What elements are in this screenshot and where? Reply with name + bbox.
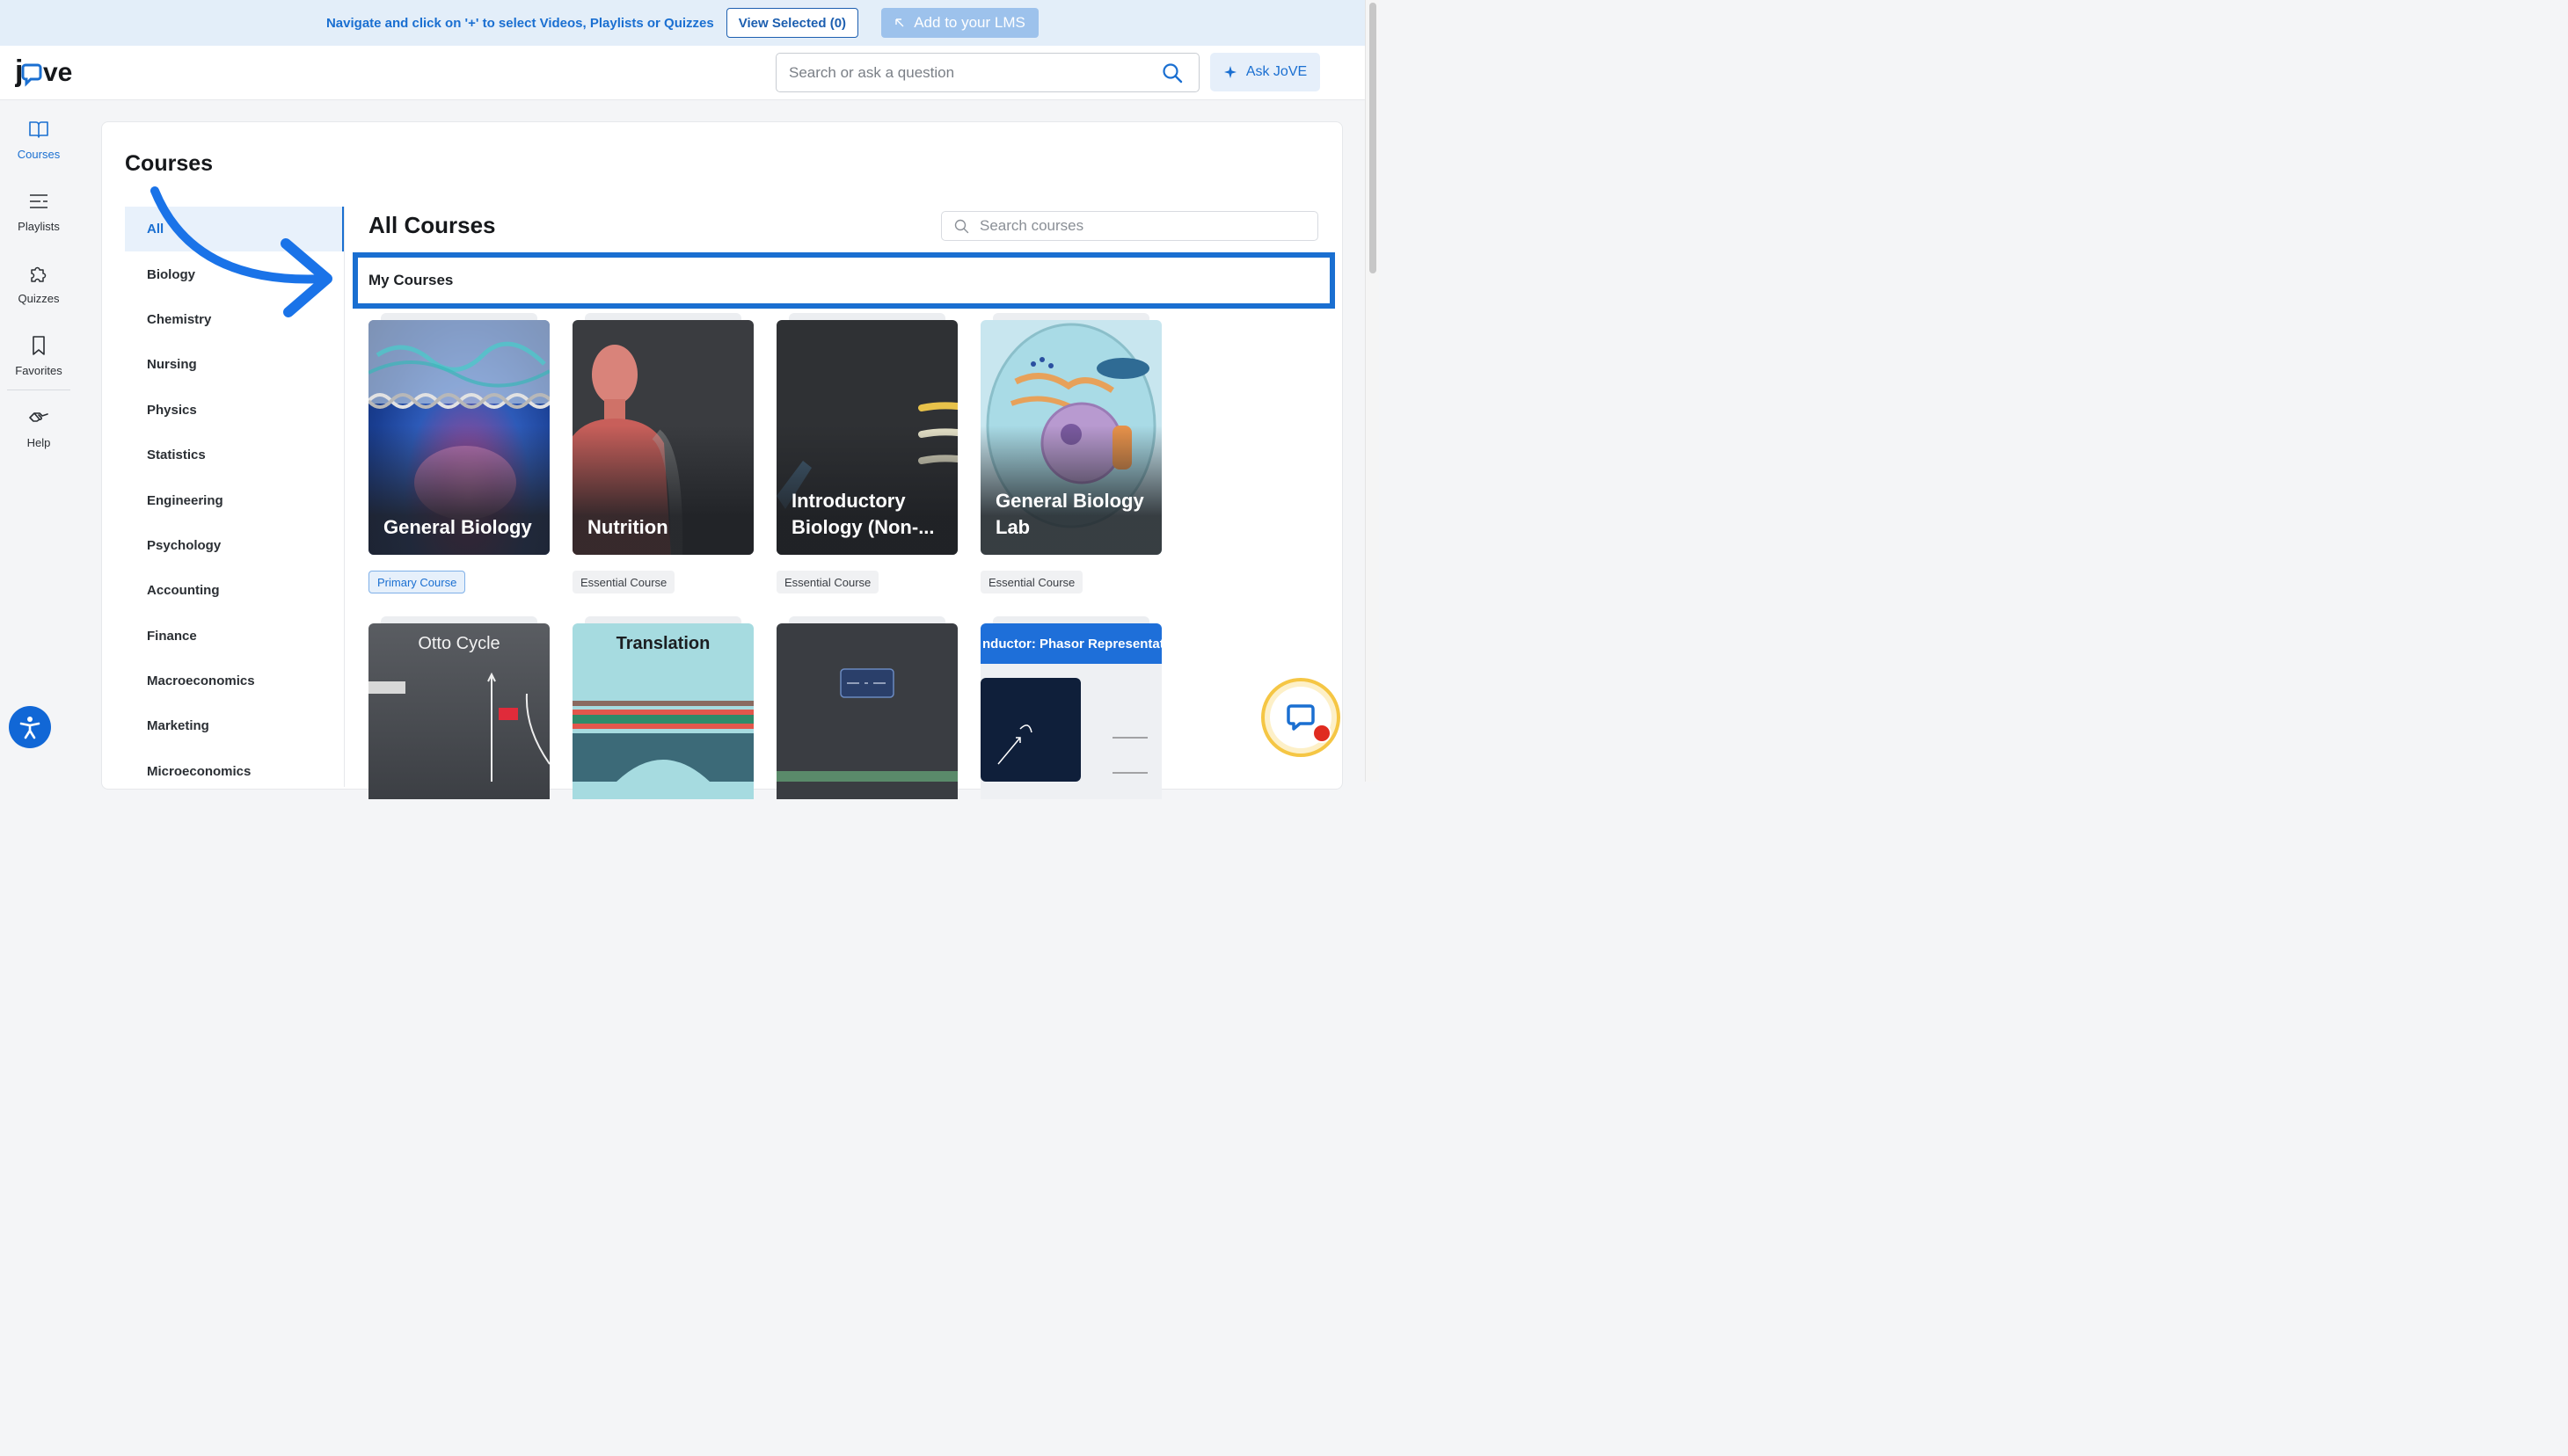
course-thumbnail: Otto Cycle	[368, 623, 550, 799]
phasor-illustration	[981, 678, 1148, 782]
rail-label-help: Help	[26, 436, 51, 449]
course-title: Nutrition	[587, 516, 668, 538]
category-item-macroeconomics[interactable]: Macroeconomics	[125, 659, 345, 703]
my-courses-section[interactable]: My Courses	[353, 252, 1335, 309]
rail-label-playlists: Playlists	[18, 220, 60, 233]
puzzle-icon	[31, 266, 47, 282]
course-badge: Essential Course	[981, 571, 1083, 593]
rail-item-help[interactable]: Help	[0, 406, 77, 449]
book-icon	[29, 121, 48, 138]
category-item-all[interactable]: All	[125, 207, 345, 252]
rail-item-favorites[interactable]: Favorites	[0, 334, 77, 377]
add-to-lms-label: Add to your LMS	[914, 14, 1025, 31]
course-thumbnail: Nutrition	[573, 320, 754, 555]
rail-label-quizzes: Quizzes	[18, 292, 60, 305]
sparkle-icon	[1223, 66, 1237, 78]
course-search	[941, 211, 1318, 241]
scrollbar-thumb[interactable]	[1369, 3, 1376, 273]
course-search-input[interactable]	[980, 212, 1305, 240]
category-item-microeconomics[interactable]: Microeconomics	[125, 749, 345, 794]
course-title: Introductory Biology (Non-...	[792, 490, 935, 538]
ask-jove-label: Ask JoVE	[1245, 64, 1308, 79]
chat-notification-dot	[1312, 724, 1331, 743]
course-thumbnail: General Biology	[368, 320, 550, 555]
course-thumbnail: nductor: Phasor Representation	[981, 623, 1162, 799]
jove-logo[interactable]: j ve	[15, 55, 78, 90]
ribosome-illustration	[573, 701, 754, 782]
course-title: General Biology Lab	[996, 490, 1144, 538]
pv-diagram-illustration	[368, 672, 550, 782]
category-item-finance[interactable]: Finance	[125, 614, 345, 659]
all-courses-heading: All Courses	[368, 212, 496, 238]
course-thumbnail: General Biology Lab	[981, 320, 1162, 555]
course-badge: Primary Course	[368, 571, 466, 593]
left-rail: Courses Playlists Quizzes Favorites Help	[0, 100, 77, 782]
rail-item-playlists[interactable]: Playlists	[0, 190, 77, 233]
category-item-accounting[interactable]: Accounting	[125, 568, 345, 613]
add-to-lms-button[interactable]: Add to your LMS	[881, 8, 1040, 38]
course-title: General Biology	[383, 516, 532, 538]
course-badge: Essential Course	[777, 571, 879, 593]
banner-text: Navigate and click on '+' to select Vide…	[325, 15, 714, 31]
accessibility-button[interactable]	[9, 706, 51, 748]
course-thumbnail	[777, 623, 958, 799]
category-list: All Biology Chemistry Nursing Physics St…	[125, 207, 345, 794]
course-badge: Essential Course	[573, 571, 675, 593]
category-item-nursing[interactable]: Nursing	[125, 342, 345, 387]
view-selected-button[interactable]: View Selected (0)	[726, 8, 859, 38]
rail-label-favorites: Favorites	[15, 364, 62, 377]
global-search-input[interactable]	[789, 54, 1158, 91]
rail-divider	[7, 389, 70, 390]
list-icon	[30, 194, 47, 208]
arrow-up-left-icon	[895, 18, 904, 27]
course-thumbnail: Translation	[573, 623, 754, 799]
category-divider	[344, 207, 345, 787]
category-item-biology[interactable]: Biology	[125, 251, 345, 296]
category-item-marketing[interactable]: Marketing	[125, 703, 345, 748]
selection-banner: Navigate and click on '+' to select Vide…	[0, 0, 1365, 46]
ask-jove-button[interactable]: Ask JoVE	[1210, 53, 1320, 91]
chat-widget-button[interactable]	[1261, 678, 1340, 757]
category-item-psychology[interactable]: Psychology	[125, 523, 345, 568]
course-thumbnail: Introductory Biology (Non-...	[777, 320, 958, 555]
rail-item-courses[interactable]: Courses	[0, 118, 77, 161]
equation-illustration	[777, 668, 958, 782]
accessibility-icon	[19, 717, 40, 739]
page-title: Courses	[125, 151, 214, 176]
rail-item-quizzes[interactable]: Quizzes	[0, 262, 77, 305]
chat-icon	[1287, 704, 1315, 731]
category-item-statistics[interactable]: Statistics	[125, 433, 345, 477]
category-item-physics[interactable]: Physics	[125, 388, 345, 433]
rail-label-courses: Courses	[17, 148, 61, 161]
search-icon	[954, 219, 969, 234]
handshake-icon	[29, 412, 48, 422]
category-item-engineering[interactable]: Engineering	[125, 477, 345, 522]
category-item-chemistry[interactable]: Chemistry	[125, 297, 345, 342]
page-scrollbar[interactable]	[1365, 0, 1379, 782]
chat-widget-inner	[1270, 687, 1331, 748]
header: j ve Ask JoVE	[0, 46, 1365, 100]
svg-text:ve: ve	[43, 58, 72, 87]
search-icon[interactable]	[1162, 62, 1183, 84]
bookmark-icon	[33, 336, 45, 355]
global-search	[776, 53, 1200, 92]
my-courses-label: My Courses	[368, 272, 454, 288]
